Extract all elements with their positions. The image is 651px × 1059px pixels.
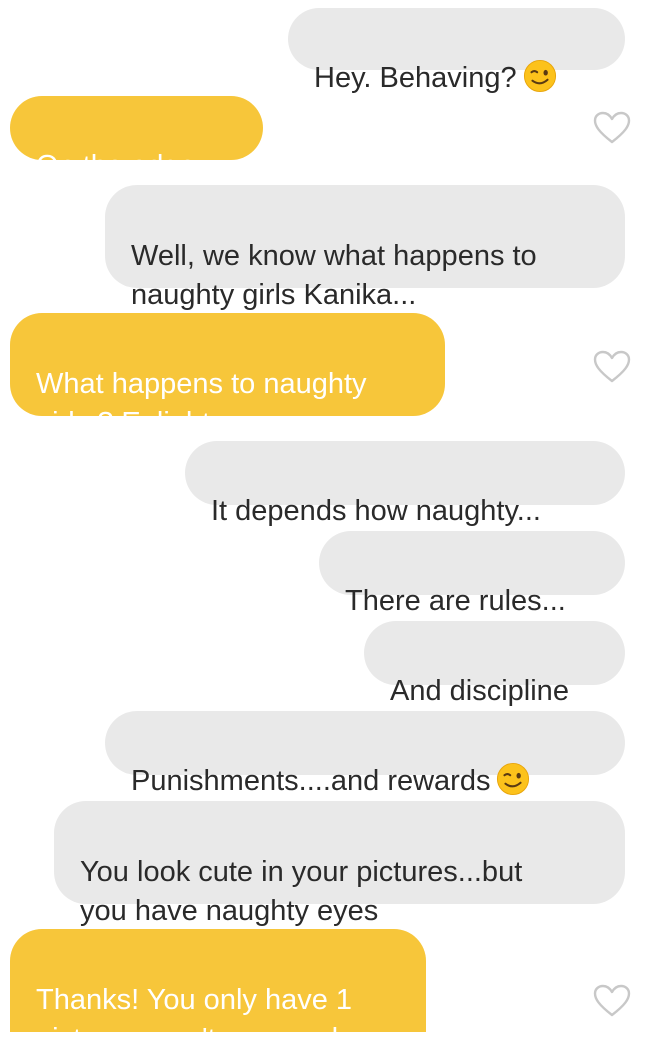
message-bubble-received[interactable]: Hey. Behaving? (288, 8, 625, 94)
heart-outline-icon[interactable] (593, 111, 631, 145)
message-text: It depends how naughty... (211, 495, 541, 527)
message-text: Well, we know what happens to naughty gi… (131, 240, 537, 311)
message-bubble-received[interactable]: It depends how naughty... (185, 441, 625, 527)
message-bubble-received[interactable]: Punishments....and rewards (105, 711, 625, 797)
message-text: Hey. Behaving? (314, 62, 517, 94)
message-bubble-received[interactable]: Well, we know what happens to naughty gi… (105, 185, 625, 311)
message-text: There are rules... (345, 585, 566, 617)
message-bubble-sent[interactable]: What happens to naughty girls ? Enlighte… (10, 313, 445, 439)
chat-thread: Hey. Behaving? On the edge.. Well, we kn… (0, 0, 651, 1055)
winking-face-emoji-icon (523, 59, 556, 93)
message-text: Punishments....and rewards (131, 765, 491, 797)
message-text: You look cute in your pictures...but you… (80, 856, 523, 927)
heart-outline-icon[interactable] (593, 350, 631, 384)
message-text: What happens to naughty girls ? Enlighte… (36, 368, 367, 439)
message-text: On the edge.. (36, 150, 212, 182)
message-text: And discipline (390, 675, 569, 707)
message-bubble-sent[interactable]: Thanks! You only have 1 picture .. can't… (10, 929, 426, 1055)
message-bubble-sent[interactable]: On the edge.. (10, 96, 263, 182)
heart-outline-icon[interactable] (593, 984, 631, 1018)
message-text: Thanks! You only have 1 picture .. can't… (36, 984, 353, 1055)
message-bubble-received[interactable]: There are rules... (319, 531, 625, 617)
winking-face-emoji-icon (497, 762, 530, 796)
message-bubble-received[interactable]: You look cute in your pictures...but you… (54, 801, 625, 927)
message-bubble-received[interactable]: And discipline (364, 621, 625, 707)
